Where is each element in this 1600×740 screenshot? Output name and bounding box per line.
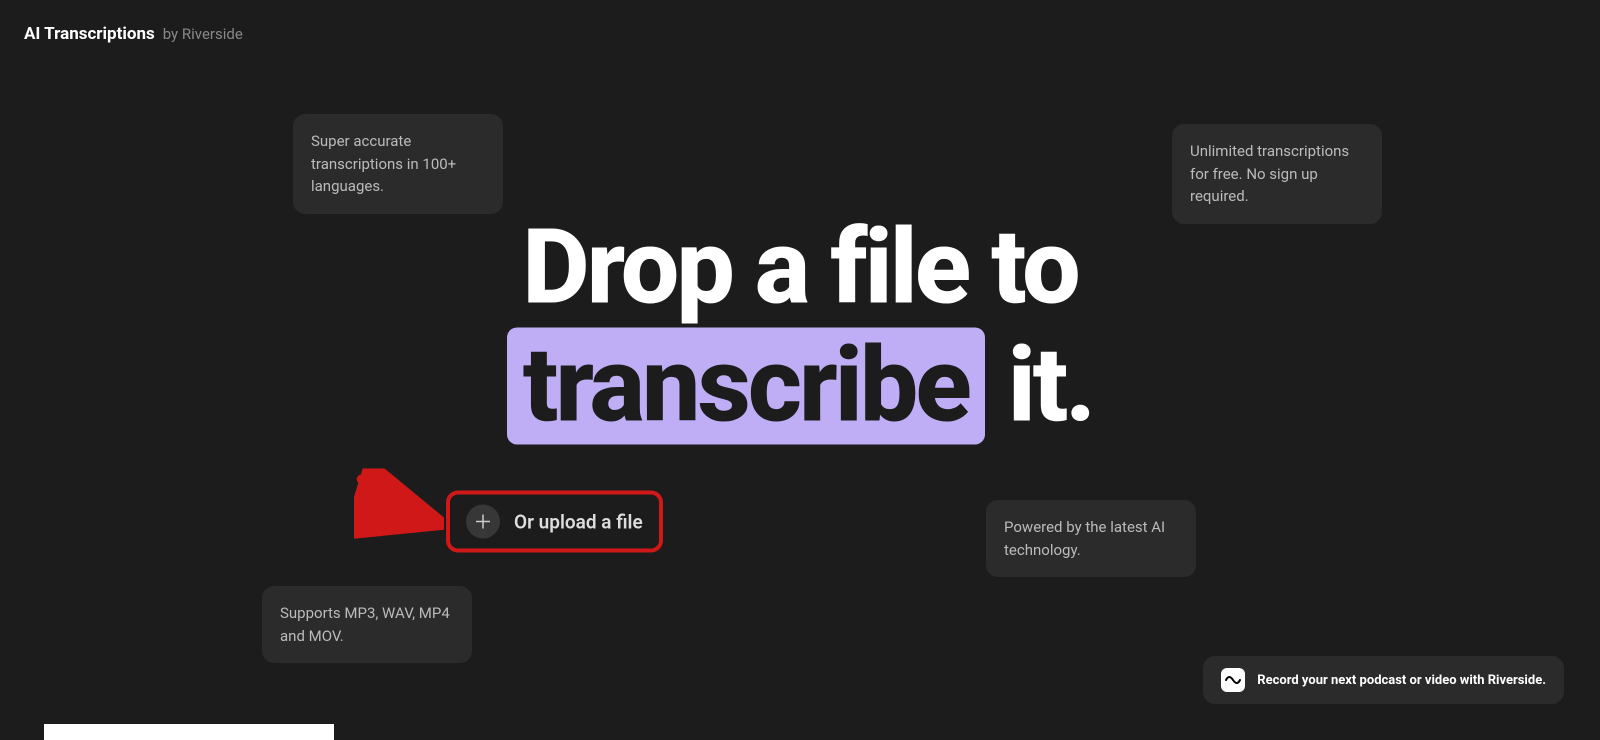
headline-suffix: it.	[985, 325, 1093, 446]
headline: Drop a file to transcribe it.	[0, 209, 1600, 444]
annotation-arrow-icon	[354, 469, 444, 539]
main-hero[interactable]: Drop a file to transcribe it. Or upload …	[0, 209, 1600, 490]
callout-accuracy: Super accurate transcriptions in 100+ la…	[293, 114, 503, 214]
upload-file-button[interactable]: Or upload a file	[446, 491, 663, 553]
callout-formats: Supports MP3, WAV, MP4 and MOV.	[262, 586, 472, 663]
upload-button-label: Or upload a file	[514, 510, 643, 533]
callout-ai: Powered by the latest AI technology.	[986, 500, 1196, 577]
app-byline: by Riverside	[163, 25, 243, 43]
callout-unlimited: Unlimited transcriptions for free. No si…	[1172, 124, 1382, 224]
headline-highlight: transcribe	[507, 327, 985, 445]
app-title: AI Transcriptions	[24, 24, 155, 44]
wave-icon	[1221, 668, 1245, 692]
headline-line1: Drop a file to	[522, 207, 1078, 328]
header: AI Transcriptions by Riverside	[24, 24, 243, 44]
plus-icon	[466, 505, 500, 539]
bottom-strip	[44, 724, 334, 740]
cta-text: Record your next podcast or video with R…	[1257, 673, 1546, 688]
record-cta-bar[interactable]: Record your next podcast or video with R…	[1203, 656, 1564, 704]
